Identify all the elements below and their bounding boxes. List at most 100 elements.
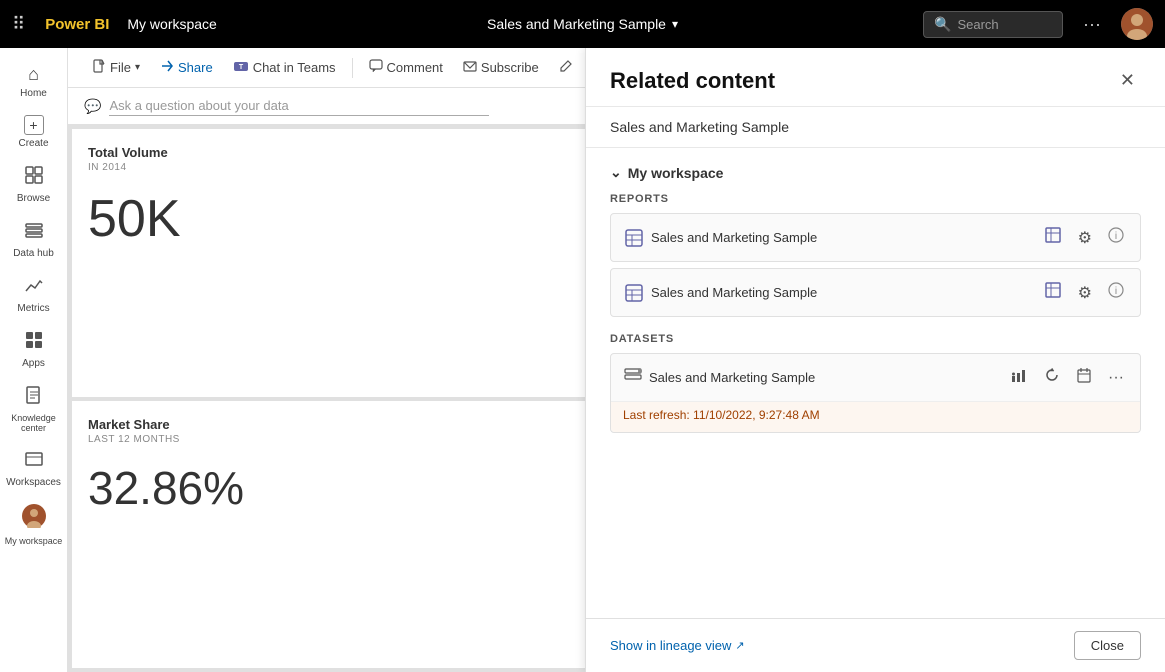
create-icon: + bbox=[24, 115, 44, 135]
apps-icon bbox=[24, 330, 44, 355]
dataset-actions-1: ··· bbox=[1006, 364, 1128, 391]
share-icon bbox=[160, 59, 174, 76]
sidebar-item-metrics[interactable]: Metrics bbox=[0, 267, 67, 322]
report-open-icon-1[interactable] bbox=[1040, 224, 1066, 251]
subscribe-button[interactable]: Subscribe bbox=[455, 55, 547, 80]
dataset-schedule-icon[interactable] bbox=[1072, 365, 1096, 390]
sidebar-item-apps[interactable]: Apps bbox=[0, 322, 67, 377]
qa-input[interactable] bbox=[109, 96, 489, 116]
related-body: ⌄ My workspace REPORTS Sales and Marketi… bbox=[586, 148, 1165, 618]
avatar[interactable] bbox=[1121, 8, 1153, 40]
report-actions-2: ⚙ i bbox=[1040, 279, 1128, 306]
tile-title: Market Share bbox=[88, 417, 599, 432]
svg-text:i: i bbox=[1115, 286, 1117, 297]
tile-subtitle: LAST 12 MONTHS bbox=[88, 434, 599, 445]
sidebar-item-label: Browse bbox=[17, 193, 50, 204]
more-toolbar-button[interactable] bbox=[551, 55, 581, 80]
report-info-icon-2[interactable]: i bbox=[1104, 280, 1128, 305]
sidebar-item-label: Apps bbox=[22, 358, 45, 369]
knowledge-icon bbox=[24, 385, 44, 410]
sidebar: ⌂ Home + Create Browse Data hub Metrics bbox=[0, 48, 68, 672]
sidebar-item-workspaces[interactable]: Workspaces bbox=[0, 441, 67, 496]
file-button[interactable]: File ▾ bbox=[84, 55, 148, 80]
search-input[interactable] bbox=[957, 17, 1052, 32]
sidebar-item-knowledge[interactable]: Knowledge center bbox=[0, 377, 67, 441]
dataset-refresh-icon[interactable] bbox=[1040, 365, 1064, 390]
sidebar-item-label: Metrics bbox=[17, 303, 49, 314]
dataset-icon bbox=[623, 365, 643, 390]
datahub-icon bbox=[24, 220, 44, 245]
teams-icon: T bbox=[233, 59, 249, 76]
workspace-label: My workspace bbox=[127, 16, 216, 32]
total-volume-tile: Total Volume IN 2014 50K bbox=[72, 129, 615, 397]
tile-subtitle: IN 2014 bbox=[88, 162, 599, 173]
search-box[interactable]: 🔍 bbox=[923, 11, 1063, 38]
dataset-refresh-info: Last refresh: 11/10/2022, 9:27:48 AM bbox=[611, 401, 1140, 432]
chevron-down-icon: ▾ bbox=[135, 62, 140, 73]
main-layout: ⌂ Home + Create Browse Data hub Metrics bbox=[0, 48, 1165, 672]
close-panel-button[interactable]: ✕ bbox=[1114, 68, 1141, 93]
qa-icon: 💬 bbox=[84, 98, 101, 115]
tile-value: 50K bbox=[88, 189, 599, 249]
related-footer: Show in lineage view ↗ Close bbox=[586, 618, 1165, 672]
sidebar-item-datahub[interactable]: Data hub bbox=[0, 212, 67, 267]
chevron-down-icon: ⌄ bbox=[610, 164, 622, 181]
home-icon: ⌂ bbox=[28, 64, 39, 85]
report-icon-2 bbox=[623, 282, 645, 304]
chevron-down-icon: ▾ bbox=[672, 17, 678, 31]
share-button[interactable]: Share bbox=[152, 55, 221, 80]
close-footer-button[interactable]: Close bbox=[1074, 631, 1141, 660]
report-item-2: Sales and Marketing Sample ⚙ i bbox=[610, 268, 1141, 317]
report-actions-1: ⚙ i bbox=[1040, 224, 1128, 251]
report-name-1: Sales and Marketing Sample bbox=[651, 230, 1040, 245]
sidebar-item-label: My workspace bbox=[5, 536, 63, 546]
report-open-icon-2[interactable] bbox=[1040, 279, 1066, 306]
datasets-section: DATASETS Sales and Marketing Sample bbox=[610, 333, 1141, 433]
toolbar-divider bbox=[352, 58, 353, 78]
apps-grid-icon[interactable]: ⠿ bbox=[12, 14, 25, 35]
sidebar-item-home[interactable]: ⌂ Home bbox=[0, 56, 67, 107]
brand-logo: Power BI bbox=[45, 16, 109, 33]
sidebar-item-create[interactable]: + Create bbox=[0, 107, 67, 157]
related-header: Related content ✕ bbox=[586, 48, 1165, 107]
report-item-1: Sales and Marketing Sample ⚙ i bbox=[610, 213, 1141, 262]
metrics-icon bbox=[24, 275, 44, 300]
search-icon: 🔍 bbox=[934, 16, 951, 33]
related-panel: Related content ✕ Sales and Marketing Sa… bbox=[585, 48, 1165, 672]
top-nav: ⠿ Power BI My workspace Sales and Market… bbox=[0, 0, 1165, 48]
dataset-more-icon[interactable]: ··· bbox=[1104, 367, 1128, 389]
more-options-icon[interactable]: ··· bbox=[1083, 14, 1101, 35]
related-panel-title: Related content bbox=[610, 68, 775, 94]
report-name-2: Sales and Marketing Sample bbox=[651, 285, 1040, 300]
tile-value: 32.86% bbox=[88, 461, 599, 515]
report-settings-icon-1[interactable]: ⚙ bbox=[1074, 226, 1096, 250]
pencil-icon bbox=[559, 59, 573, 76]
browse-icon bbox=[24, 165, 44, 190]
lineage-view-link[interactable]: Show in lineage view ↗ bbox=[610, 638, 745, 653]
chat-in-teams-button[interactable]: T Chat in Teams bbox=[225, 55, 344, 80]
report-icon-1 bbox=[623, 227, 645, 249]
reports-section-label: REPORTS bbox=[610, 193, 1141, 205]
comment-button[interactable]: Comment bbox=[361, 55, 451, 80]
sidebar-item-label: Home bbox=[20, 88, 47, 99]
report-settings-icon-2[interactable]: ⚙ bbox=[1074, 281, 1096, 305]
workspace-section-header[interactable]: ⌄ My workspace bbox=[610, 164, 1141, 181]
tile-title: Total Volume bbox=[88, 145, 599, 160]
sidebar-item-browse[interactable]: Browse bbox=[0, 157, 67, 212]
report-info-icon-1[interactable]: i bbox=[1104, 225, 1128, 250]
sidebar-item-label: Knowledge center bbox=[4, 413, 63, 433]
datasets-section-label: DATASETS bbox=[610, 333, 1141, 345]
sidebar-item-label: Data hub bbox=[13, 248, 54, 259]
sidebar-item-label: Create bbox=[18, 138, 48, 149]
external-link-icon: ↗ bbox=[735, 639, 744, 652]
workspaces-icon bbox=[24, 449, 44, 474]
dataset-chart-icon[interactable] bbox=[1006, 364, 1032, 391]
svg-text:T: T bbox=[239, 64, 244, 71]
dataset-item-1: Sales and Marketing Sample ··· bbox=[610, 353, 1141, 433]
report-title[interactable]: Sales and Marketing Sample ▾ bbox=[487, 16, 678, 32]
sidebar-item-myworkspace[interactable]: My workspace bbox=[0, 496, 67, 554]
comment-icon bbox=[369, 59, 383, 76]
dataset-name-1: Sales and Marketing Sample bbox=[649, 370, 1006, 385]
subscribe-icon bbox=[463, 59, 477, 76]
svg-text:i: i bbox=[1115, 231, 1117, 242]
